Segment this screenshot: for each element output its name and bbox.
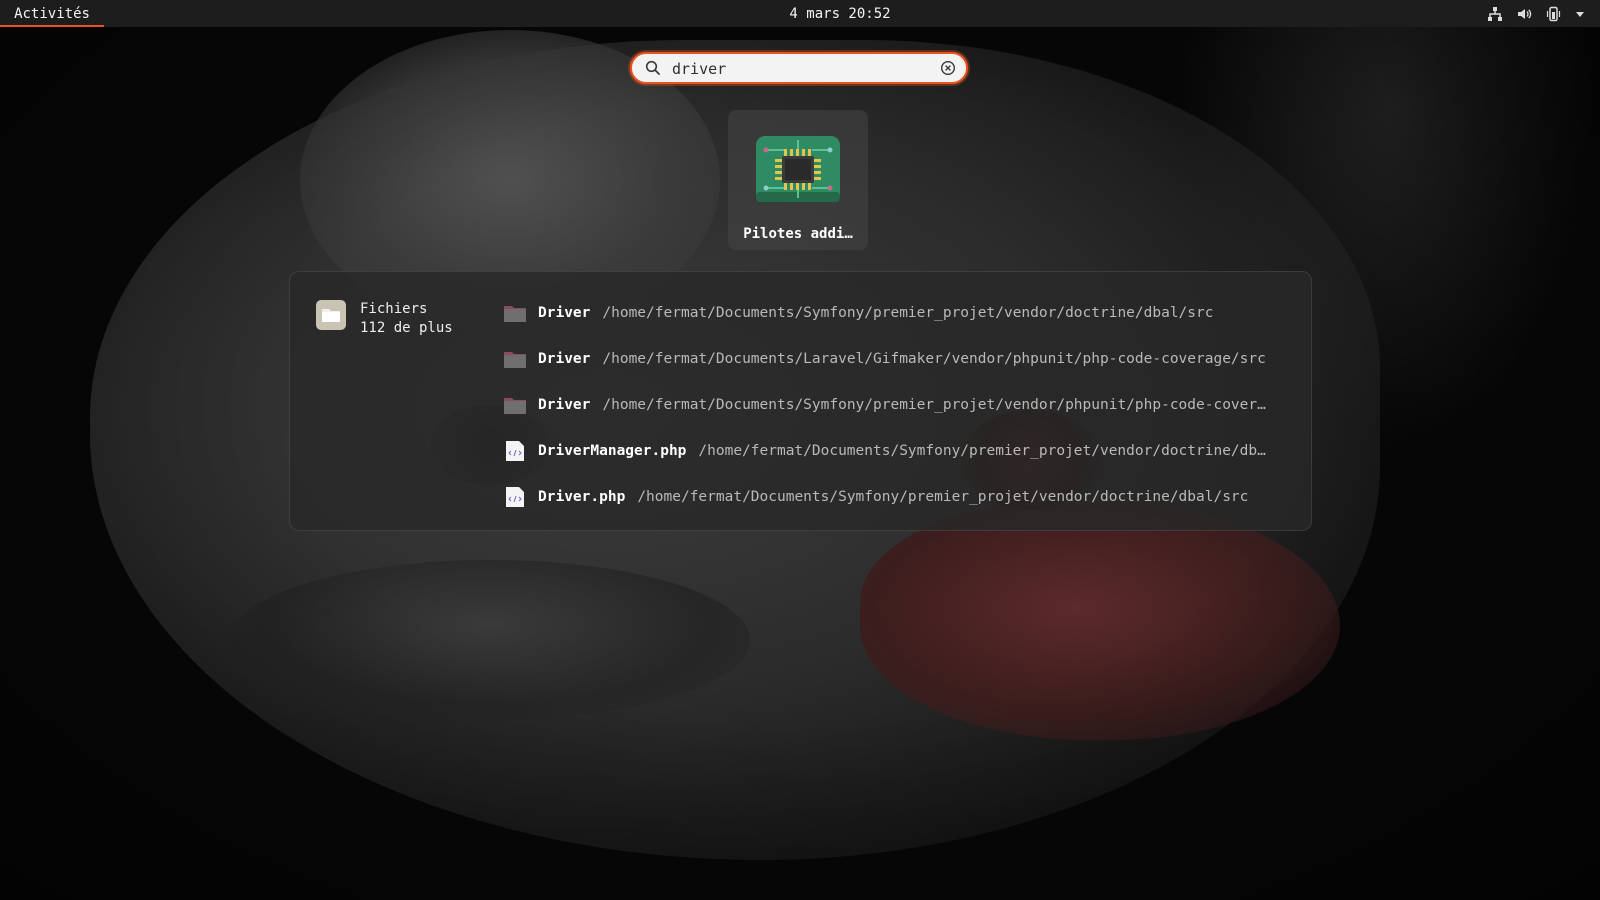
php-file-icon [504,487,526,507]
chip-icon [756,136,840,206]
clear-icon[interactable] [940,60,956,80]
file-result-path: /home/fermat/Documents/Symfony/premier_p… [637,489,1249,505]
folder-icon [504,396,526,414]
app-result-additional-drivers[interactable]: Pilotes addi… [728,110,868,250]
files-app-icon [316,300,346,338]
activities-button[interactable]: Activités [0,0,104,27]
folder-icon [504,350,526,368]
file-result-title: Driver [538,305,591,321]
files-provider[interactable]: Fichiers 112 de plus [316,300,453,338]
file-result-path: /home/fermat/Documents/Laravel/Gifmaker/… [602,351,1266,367]
activities-active-indicator [0,25,104,27]
file-result-row[interactable]: Driver /home/fermat/Documents/Laravel/Gi… [504,336,1294,382]
network-wired-icon[interactable] [1487,6,1503,22]
php-file-icon [504,441,526,461]
volume-icon[interactable] [1516,6,1532,22]
file-result-row[interactable]: DriverManager.php /home/fermat/Documents… [504,428,1294,474]
folder-icon [504,304,526,322]
file-result-title: Driver.php [538,489,626,505]
file-result-row[interactable]: Driver.php /home/fermat/Documents/Symfon… [504,474,1294,520]
provider-name: Fichiers [360,301,428,317]
file-result-title: Driver [538,397,591,413]
top-bar: Activités 4 mars 20:52 [0,0,1600,27]
search-entry[interactable] [630,52,968,84]
search-icon [645,60,661,80]
search-input[interactable] [672,57,922,81]
file-result-path: /home/fermat/Documents/Symfony/premier_p… [602,397,1266,413]
clock[interactable]: 4 mars 20:52 [700,0,980,27]
file-result-path: /home/fermat/Documents/Symfony/premier_p… [698,443,1266,459]
activities-label: Activités [14,5,90,22]
file-result-list: Driver /home/fermat/Documents/Symfony/pr… [504,290,1294,520]
files-results-panel: Fichiers 112 de plus Driver /home/fermat… [289,271,1312,531]
system-tray[interactable] [1487,0,1586,27]
phone-battery-icon[interactable] [1545,6,1561,22]
app-result-label: Pilotes addi… [743,226,853,242]
menu-arrow-icon[interactable] [1574,8,1586,20]
file-result-path: /home/fermat/Documents/Symfony/premier_p… [602,305,1214,321]
provider-more-count: 112 de plus [360,320,453,336]
file-result-title: DriverManager.php [538,443,687,459]
file-result-title: Driver [538,351,591,367]
file-result-row[interactable]: Driver /home/fermat/Documents/Symfony/pr… [504,382,1294,428]
file-result-row[interactable]: Driver /home/fermat/Documents/Symfony/pr… [504,290,1294,336]
